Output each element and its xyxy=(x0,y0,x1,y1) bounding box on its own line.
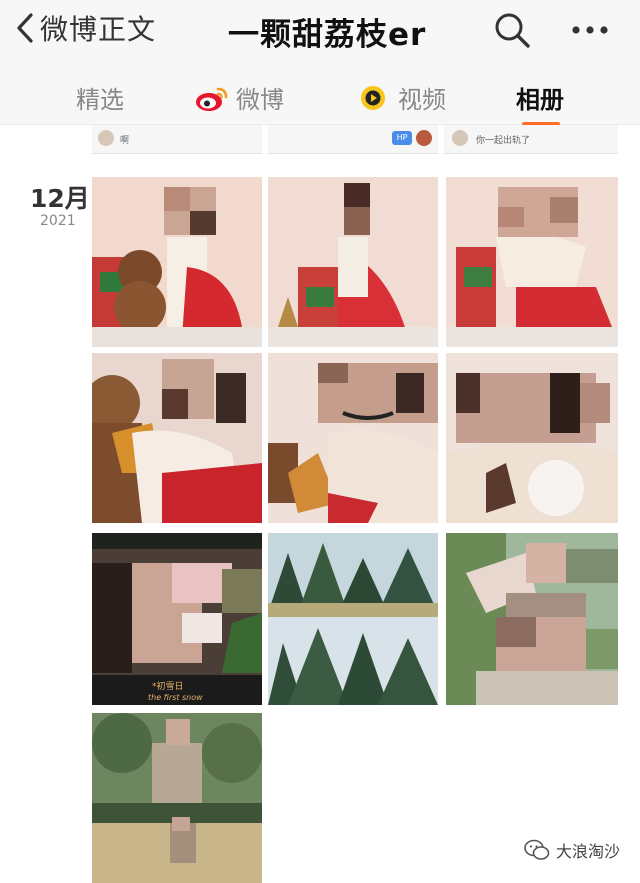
tab-weibo[interactable]: 微博 xyxy=(194,80,284,115)
photo-landscape xyxy=(92,713,262,883)
page-title: 一颗甜荔枝er xyxy=(228,17,427,53)
watermark: 大浪淘沙 xyxy=(524,838,620,862)
photo-portrait: *初雪日 the first snow xyxy=(92,533,262,705)
album-photo[interactable] xyxy=(92,177,262,347)
photo-portrait xyxy=(446,533,618,705)
album-photo[interactable] xyxy=(92,353,262,523)
tab-featured[interactable]: 精选 xyxy=(76,80,124,115)
year-label: 2021 xyxy=(40,213,76,229)
more-button[interactable] xyxy=(568,12,612,48)
album-photo[interactable] xyxy=(446,533,618,705)
profile-tab-bar: 精选 微博 视频 相册 xyxy=(0,62,640,125)
tab-label: 视频 xyxy=(398,86,446,114)
album-photo[interactable] xyxy=(268,533,438,705)
more-icon xyxy=(572,26,608,34)
month-label: 12月 xyxy=(30,184,90,213)
caption-line-2: the first snow xyxy=(148,693,203,702)
caption-line-1: *初雪日 xyxy=(152,680,184,692)
watermark-text: 大浪淘沙 xyxy=(556,842,621,861)
photo-closeup xyxy=(268,353,438,523)
album-photo[interactable] xyxy=(268,177,438,347)
tab-video[interactable]: 视频 xyxy=(356,80,446,115)
album-photo[interactable] xyxy=(92,713,262,883)
weibo-icon xyxy=(196,87,228,111)
photo-christmas-scene xyxy=(268,177,438,347)
tab-label: 相册 xyxy=(516,86,564,114)
album-photo[interactable] xyxy=(268,353,438,523)
chevron-left-icon xyxy=(17,13,33,43)
previous-post-strip[interactable]: HP xyxy=(268,125,438,154)
search-button[interactable] xyxy=(492,10,532,50)
search-icon xyxy=(495,13,530,48)
badge: HP xyxy=(392,131,412,145)
previous-post-strip[interactable]: 你一起出轨了 xyxy=(444,125,618,154)
strip-text: 啊 xyxy=(120,136,130,146)
album-content: 啊 HP 你一起出轨了 12月 2021 *初雪日 the first snow xyxy=(0,125,640,883)
photo-closeup xyxy=(92,353,262,523)
photo-closeup xyxy=(446,353,618,523)
strip-text: 你一起出轨了 xyxy=(476,136,531,146)
previous-post-strip[interactable]: 啊 xyxy=(92,125,262,154)
navigation-bar: 微博正文 一颗甜荔枝er xyxy=(0,0,640,62)
album-photo[interactable]: *初雪日 the first snow xyxy=(92,533,262,705)
back-button[interactable]: 微博正文 xyxy=(14,8,156,48)
avatar xyxy=(98,130,114,146)
avatar xyxy=(452,130,468,146)
photo-landscape xyxy=(268,533,438,705)
wechat-icon xyxy=(524,839,550,860)
avatar xyxy=(416,130,432,146)
tab-album[interactable]: 相册 xyxy=(516,80,564,115)
photo-christmas-scene xyxy=(92,177,262,347)
album-photo[interactable] xyxy=(446,177,618,347)
photo-christmas-scene xyxy=(446,177,618,347)
tab-label: 精选 xyxy=(76,86,124,114)
tab-label: 微博 xyxy=(236,86,284,114)
back-label: 微博正文 xyxy=(40,13,157,46)
video-icon xyxy=(361,85,385,110)
album-photo[interactable] xyxy=(446,353,618,523)
